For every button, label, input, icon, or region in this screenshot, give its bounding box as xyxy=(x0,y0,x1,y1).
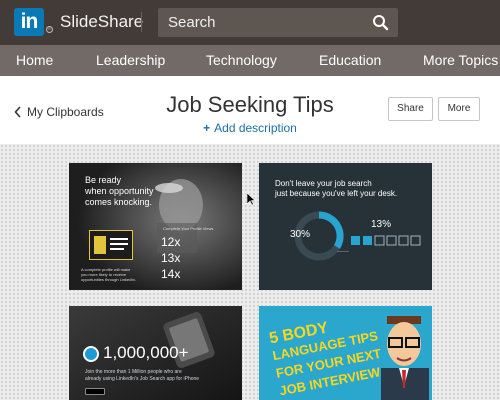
clip-card-be-ready[interactable]: Be ready when opportunity comes knocking… xyxy=(69,163,242,290)
stat-13x: 13x xyxy=(161,251,181,265)
slideshare-brand[interactable]: SlideShare xyxy=(60,12,143,32)
header-divider xyxy=(141,12,142,32)
plus-icon: + xyxy=(203,121,211,135)
add-description-label: Add description xyxy=(214,121,297,135)
app-store-badge xyxy=(85,388,105,395)
cartoon-man-illustration xyxy=(381,316,429,400)
profile-id-card-icon xyxy=(89,230,133,260)
stats-caption: Complete Your Profile Views xyxy=(163,226,214,231)
nav-item-home[interactable]: Home xyxy=(16,45,53,76)
stat-13-percent: 13% xyxy=(371,219,392,230)
card1-footnote: A complete profile will make you more li… xyxy=(81,267,136,282)
card3-body: Join the more than 1 Million people who … xyxy=(85,369,200,382)
top-header: in ® SlideShare Search xyxy=(0,0,500,45)
search-icon[interactable] xyxy=(372,14,389,31)
nav-item-education[interactable]: Education xyxy=(319,45,381,76)
stat-30-percent: 30% xyxy=(290,229,311,240)
linkedin-logo[interactable]: in xyxy=(14,8,44,36)
stat-12x: 12x xyxy=(161,235,181,249)
clipboard-header: My Clipboards Job Seeking Tips + Add desc… xyxy=(0,76,500,144)
linkedin-app-icon xyxy=(83,346,99,362)
nav-item-leadership[interactable]: Leadership xyxy=(96,45,165,76)
million-users-number: 1,000,000+ xyxy=(103,343,189,362)
mouse-cursor-icon xyxy=(247,193,256,206)
nav-item-technology[interactable]: Technology xyxy=(206,45,277,76)
search-input[interactable]: Search xyxy=(158,8,398,37)
nav-item-more-topics[interactable]: More Topics xyxy=(423,45,498,76)
registered-mark: ® xyxy=(46,26,53,33)
more-button[interactable]: More xyxy=(438,97,480,121)
card1-heading: Be ready when opportunity comes knocking… xyxy=(85,175,154,207)
share-button[interactable]: Share xyxy=(388,97,433,121)
card2-graphic xyxy=(294,211,421,261)
clip-card-job-search[interactable]: Don't leave your job search just because… xyxy=(259,163,432,290)
add-description-link[interactable]: + Add description xyxy=(0,121,500,135)
topic-nav: Home Leadership Technology Education Mor… xyxy=(0,45,500,76)
stat-14x: 14x xyxy=(161,267,181,281)
clip-card-million-users[interactable]: 1,000,000+ Join the more than 1 Million … xyxy=(69,306,242,400)
clip-card-body-language[interactable]: 5 BODY LANGUAGE TIPS FOR YOUR NEXT JOB I… xyxy=(259,306,432,400)
search-placeholder: Search xyxy=(168,14,216,31)
